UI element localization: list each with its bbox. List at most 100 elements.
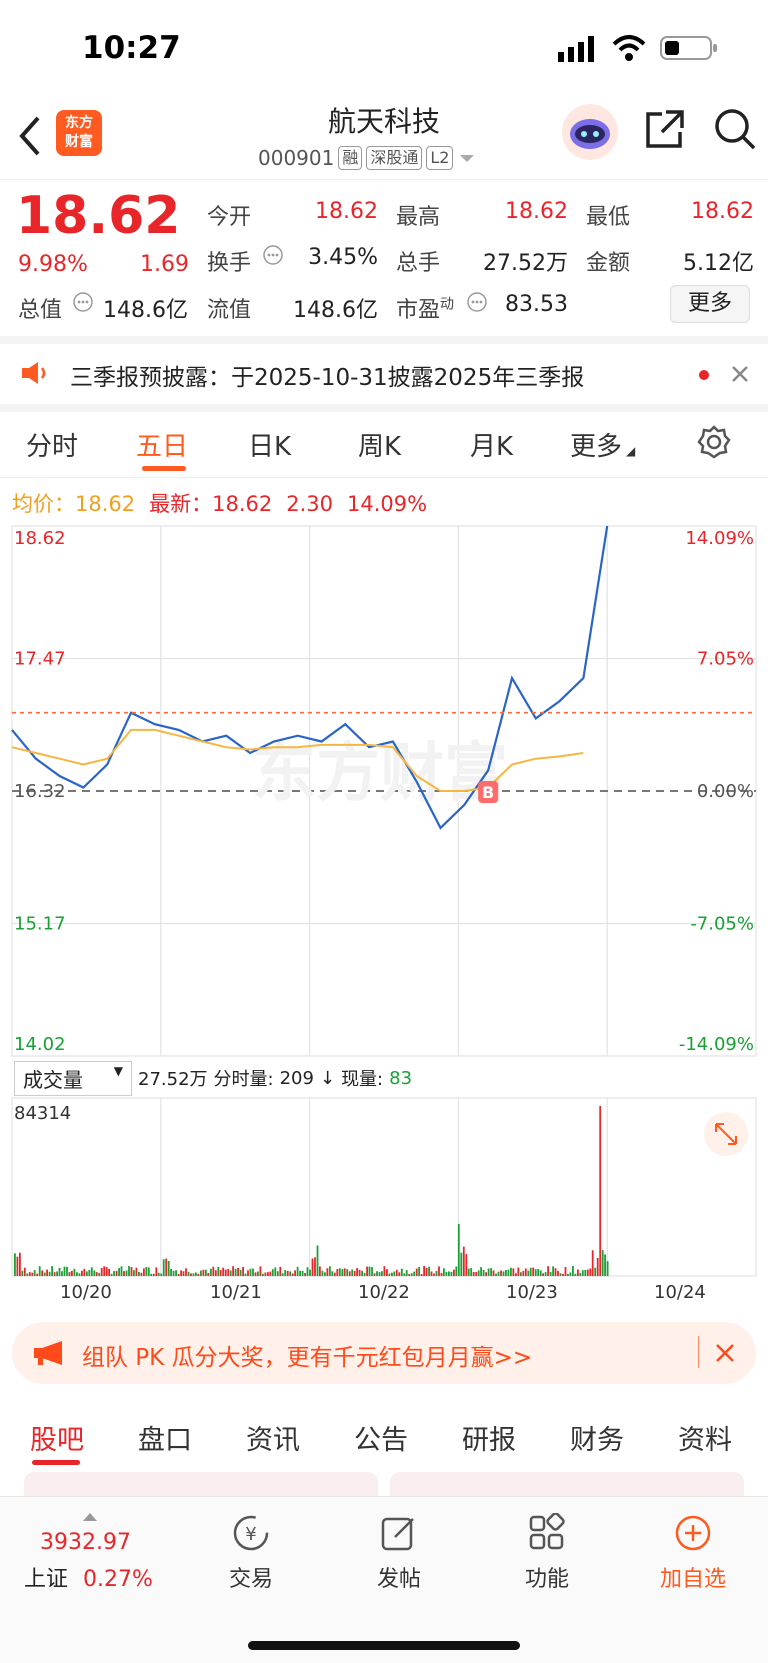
volume-bar — [244, 1273, 247, 1276]
volume-bar — [81, 1270, 83, 1276]
volume-bar — [115, 1270, 118, 1276]
volume-bar — [197, 1273, 200, 1276]
volume-bar — [547, 1266, 549, 1276]
info-dots-icon[interactable] — [262, 244, 284, 266]
volume-bar — [108, 1268, 110, 1276]
volume-bar — [579, 1273, 582, 1276]
volume-bar — [423, 1266, 425, 1276]
volume-bar — [237, 1268, 239, 1276]
volume-bar — [306, 1267, 309, 1276]
volume-bar — [502, 1271, 505, 1276]
volume-bar — [271, 1269, 274, 1276]
tab-weekly-k[interactable]: 周K — [358, 426, 401, 463]
share-icon[interactable] — [644, 108, 686, 150]
volume-bar — [249, 1268, 252, 1276]
info-dots-icon[interactable] — [72, 291, 94, 313]
volume-bar — [38, 1266, 41, 1276]
volume-bar — [554, 1268, 557, 1276]
close-icon[interactable] — [714, 1342, 736, 1364]
volume-bar — [574, 1273, 577, 1276]
search-icon[interactable] — [712, 106, 758, 152]
volume-bar — [577, 1269, 579, 1276]
volume-bar — [28, 1272, 31, 1276]
volume-bar — [564, 1267, 567, 1276]
volume-bar — [361, 1270, 363, 1276]
earnings-notice[interactable]: 三季报预披露：于2025-10-31披露2025年三季报 — [0, 342, 768, 404]
tab-five-day[interactable]: 五日 — [136, 426, 188, 463]
volume-bar — [100, 1267, 103, 1276]
latest-change: 2.30 — [286, 492, 334, 516]
nav-post[interactable]: 发帖 — [344, 1511, 454, 1593]
nav-trade[interactable]: ¥ 交易 — [196, 1511, 306, 1593]
speaker-icon — [22, 362, 46, 384]
tab-finance[interactable]: 财务 — [570, 1418, 624, 1457]
date-label-1: 10/20 — [60, 1282, 112, 1303]
y-tick-right: 0.00% — [697, 781, 754, 802]
volume-bar — [105, 1267, 108, 1276]
volume-bar — [23, 1267, 26, 1276]
amount-label: 金额 — [586, 251, 631, 276]
volume-bar — [138, 1271, 140, 1276]
volume-bar — [604, 1254, 606, 1276]
tab-more[interactable]: 更多 ◢ — [570, 426, 635, 463]
volume-bar — [480, 1267, 482, 1276]
tab-profile[interactable]: 资料 — [678, 1418, 732, 1457]
wifi-icon — [612, 35, 646, 61]
volume-bar — [467, 1268, 470, 1276]
promo-text: 组队 PK 瓜分大奖，更有千元红包月月赢>> — [82, 1345, 533, 1371]
volume-bar — [83, 1268, 86, 1276]
volume-bar — [376, 1271, 378, 1276]
volume-bar — [128, 1266, 130, 1276]
volume-bar — [247, 1270, 249, 1276]
stock-code-line[interactable]: 000901 融 深股通 L2 — [258, 146, 477, 170]
volume-bar — [591, 1250, 594, 1276]
volume-chart[interactable]: 84314 — [0, 1096, 768, 1278]
tab-announcements[interactable]: 公告 — [354, 1418, 408, 1457]
y-tick-left: 14.02 — [14, 1034, 66, 1055]
nav-add-watchlist[interactable]: 加自选 — [638, 1511, 748, 1593]
volume-bar — [353, 1270, 356, 1276]
volume-bar — [366, 1266, 368, 1276]
tab-news[interactable]: 资讯 — [246, 1418, 300, 1457]
tab-intraday[interactable]: 分时 — [26, 426, 78, 463]
volume-bar — [524, 1268, 527, 1276]
volume-label: 总手 — [396, 251, 441, 276]
volume-bar — [430, 1271, 433, 1276]
volume-bar — [428, 1266, 430, 1276]
edit-post-icon — [381, 1517, 414, 1551]
tab-daily-k[interactable]: 日K — [248, 426, 291, 463]
volume-bar — [185, 1268, 187, 1276]
robot-assistant-icon[interactable] — [560, 102, 620, 162]
more-quote-button[interactable]: 更多 — [670, 285, 750, 323]
y-tick-right: -7.05% — [690, 914, 754, 935]
settings-gear-icon[interactable] — [696, 424, 732, 460]
volume-bar — [418, 1267, 420, 1276]
volume-bar — [103, 1266, 106, 1276]
volume-bar — [515, 1273, 517, 1276]
volume-bar — [371, 1267, 373, 1276]
volume-bar — [217, 1266, 220, 1276]
volume-bar — [497, 1271, 500, 1276]
volume-bar — [41, 1270, 44, 1276]
date-label-3: 10/22 — [358, 1282, 410, 1303]
nav-functions[interactable]: 功能 — [492, 1511, 602, 1593]
index-ticker[interactable]: 3932.97 上证 0.27% — [24, 1507, 174, 1593]
promo-banner[interactable]: 组队 PK 瓜分大奖，更有千元红包月月赢>> — [12, 1322, 756, 1384]
volume-bar — [202, 1269, 205, 1276]
tab-forum[interactable]: 股吧 — [30, 1418, 84, 1457]
volume-bar — [460, 1252, 463, 1276]
tab-monthly-k[interactable]: 月K — [470, 426, 513, 463]
pe-sup: 动 — [440, 296, 455, 313]
tab-orderbook[interactable]: 盘口 — [138, 1418, 192, 1457]
close-icon[interactable] — [730, 364, 750, 384]
tab-research[interactable]: 研报 — [462, 1418, 516, 1457]
volume-bar — [316, 1245, 319, 1276]
volume-bar — [239, 1270, 242, 1276]
volume-bar — [472, 1272, 475, 1276]
info-dots-icon[interactable] — [466, 291, 488, 313]
volume-bar — [229, 1270, 232, 1276]
indicator-selector[interactable]: 成交量 ▼ — [14, 1060, 132, 1096]
volume-bar — [296, 1266, 299, 1276]
five-day-price-chart[interactable]: 东方财富 B 18.6217.4716.3215.1714.0214.09%7.… — [0, 520, 768, 1060]
volume-bar — [572, 1266, 574, 1276]
